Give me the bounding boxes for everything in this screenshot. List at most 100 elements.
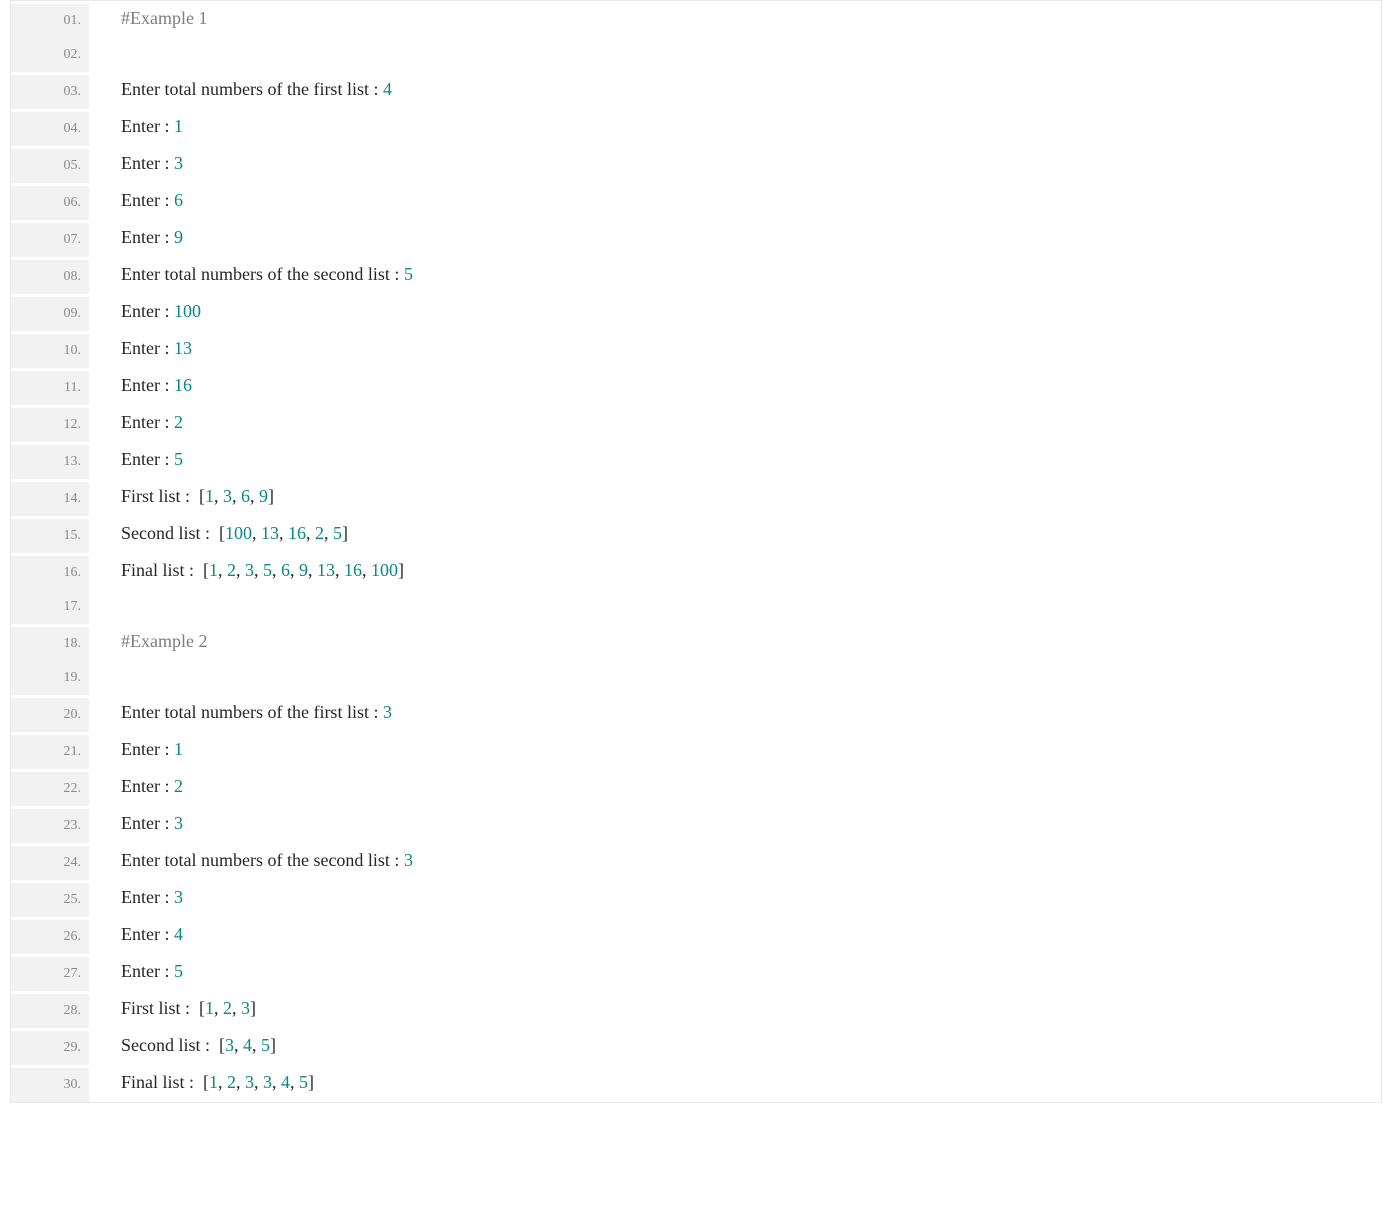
line-number: 05. [11, 149, 89, 183]
line-number: 17. [11, 590, 89, 624]
token-text: ] [250, 998, 256, 1018]
token-text: , [335, 560, 344, 580]
code-content: #Example 1 [89, 1, 1381, 35]
token-num: 1 [209, 1072, 218, 1092]
line-number: 30. [11, 1068, 89, 1102]
token-text: Enter : [121, 924, 174, 944]
line-number: 26. [11, 920, 89, 954]
code-line: 26.Enter : 4 [11, 917, 1381, 954]
code-line: 05.Enter : 3 [11, 146, 1381, 183]
line-number: 25. [11, 883, 89, 917]
line-number: 21. [11, 735, 89, 769]
code-line: 04.Enter : 1 [11, 109, 1381, 146]
line-number: 08. [11, 260, 89, 294]
token-num: 3 [263, 1072, 272, 1092]
code-line: 18.#Example 2 [11, 624, 1381, 661]
code-content: Enter : 1 [89, 732, 1381, 766]
code-line: 15.Second list : [100, 13, 16, 2, 5] [11, 516, 1381, 553]
line-number: 28. [11, 994, 89, 1028]
token-num: 5 [174, 449, 183, 469]
token-num: 3 [245, 1072, 254, 1092]
token-text: ] [308, 1072, 314, 1092]
token-text: , [214, 998, 223, 1018]
token-text: Enter : [121, 887, 174, 907]
token-num: 4 [243, 1035, 252, 1055]
token-text: Enter : [121, 813, 174, 833]
line-number: 29. [11, 1031, 89, 1065]
token-num: 5 [299, 1072, 308, 1092]
code-line: 30.Final list : [1, 2, 3, 3, 4, 5] [11, 1065, 1381, 1102]
line-number: 10. [11, 334, 89, 368]
token-num: 16 [288, 523, 306, 543]
line-number: 07. [11, 223, 89, 257]
code-content: Enter : 3 [89, 880, 1381, 914]
token-comment: #Example 2 [121, 631, 207, 651]
token-text: Enter total numbers of the second list : [121, 264, 404, 284]
line-number: 16. [11, 556, 89, 590]
line-number: 20. [11, 698, 89, 732]
token-num: 6 [174, 190, 183, 210]
token-text: , [254, 560, 263, 580]
token-num: 2 [223, 998, 232, 1018]
token-text: , [306, 523, 315, 543]
code-line: 24.Enter total numbers of the second lis… [11, 843, 1381, 880]
line-number: 02. [11, 38, 89, 72]
token-num: 100 [225, 523, 252, 543]
token-num: 3 [245, 560, 254, 580]
code-line: 16.Final list : [1, 2, 3, 5, 6, 9, 13, 1… [11, 553, 1381, 590]
token-num: 100 [174, 301, 201, 321]
code-line: 10.Enter : 13 [11, 331, 1381, 368]
code-content: Enter : 100 [89, 294, 1381, 328]
token-num: 5 [404, 264, 413, 284]
code-content: Second list : [3, 4, 5] [89, 1028, 1381, 1062]
token-num: 1 [209, 560, 218, 580]
token-text: Enter : [121, 739, 174, 759]
code-line: 13.Enter : 5 [11, 442, 1381, 479]
token-num: 5 [263, 560, 272, 580]
token-text: , [232, 998, 241, 1018]
code-content: Enter : 3 [89, 146, 1381, 180]
line-number: 01. [11, 4, 89, 38]
token-num: 2 [227, 1072, 236, 1092]
token-num: 1 [174, 739, 183, 759]
code-line: 03.Enter total numbers of the first list… [11, 72, 1381, 109]
token-text: ] [270, 1035, 276, 1055]
code-line: 21.Enter : 1 [11, 732, 1381, 769]
code-line: 28.First list : [1, 2, 3] [11, 991, 1381, 1028]
token-num: 3 [174, 813, 183, 833]
token-num: 6 [241, 486, 250, 506]
code-content: Enter : 2 [89, 769, 1381, 803]
token-comment: #Example 1 [121, 8, 207, 28]
code-content: Enter : 3 [89, 806, 1381, 840]
code-content: Enter total numbers of the first list : … [89, 72, 1381, 106]
code-line: 06.Enter : 6 [11, 183, 1381, 220]
code-line: 29.Second list : [3, 4, 5] [11, 1028, 1381, 1065]
code-content: Enter total numbers of the first list : … [89, 695, 1381, 729]
code-line: 27.Enter : 5 [11, 954, 1381, 991]
code-line: 01. #Example 1 [11, 1, 1381, 38]
code-content: First list : [1, 2, 3] [89, 991, 1381, 1025]
token-text: Second list : [ [121, 1035, 225, 1055]
token-text: ] [398, 560, 404, 580]
code-line: 08.Enter total numbers of the second lis… [11, 257, 1381, 294]
line-number: 24. [11, 846, 89, 880]
code-content: #Example 2 [89, 624, 1381, 658]
token-num: 3 [383, 702, 392, 722]
code-content: Enter : 9 [89, 220, 1381, 254]
token-num: 2 [174, 776, 183, 796]
line-number: 23. [11, 809, 89, 843]
code-content: Enter : 13 [89, 331, 1381, 365]
token-text: , [250, 486, 259, 506]
token-text: Enter : [121, 153, 174, 173]
token-text: Second list : [ [121, 523, 225, 543]
token-text: Enter total numbers of the first list : [121, 79, 383, 99]
token-text: Enter : [121, 227, 174, 247]
token-text: , [236, 560, 245, 580]
code-line: 22.Enter : 2 [11, 769, 1381, 806]
token-text: Final list : [ [121, 1072, 209, 1092]
token-text: , [252, 523, 261, 543]
code-line: 07.Enter : 9 [11, 220, 1381, 257]
line-number: 12. [11, 408, 89, 442]
code-content: Enter total numbers of the second list :… [89, 257, 1381, 291]
token-num: 100 [371, 560, 398, 580]
